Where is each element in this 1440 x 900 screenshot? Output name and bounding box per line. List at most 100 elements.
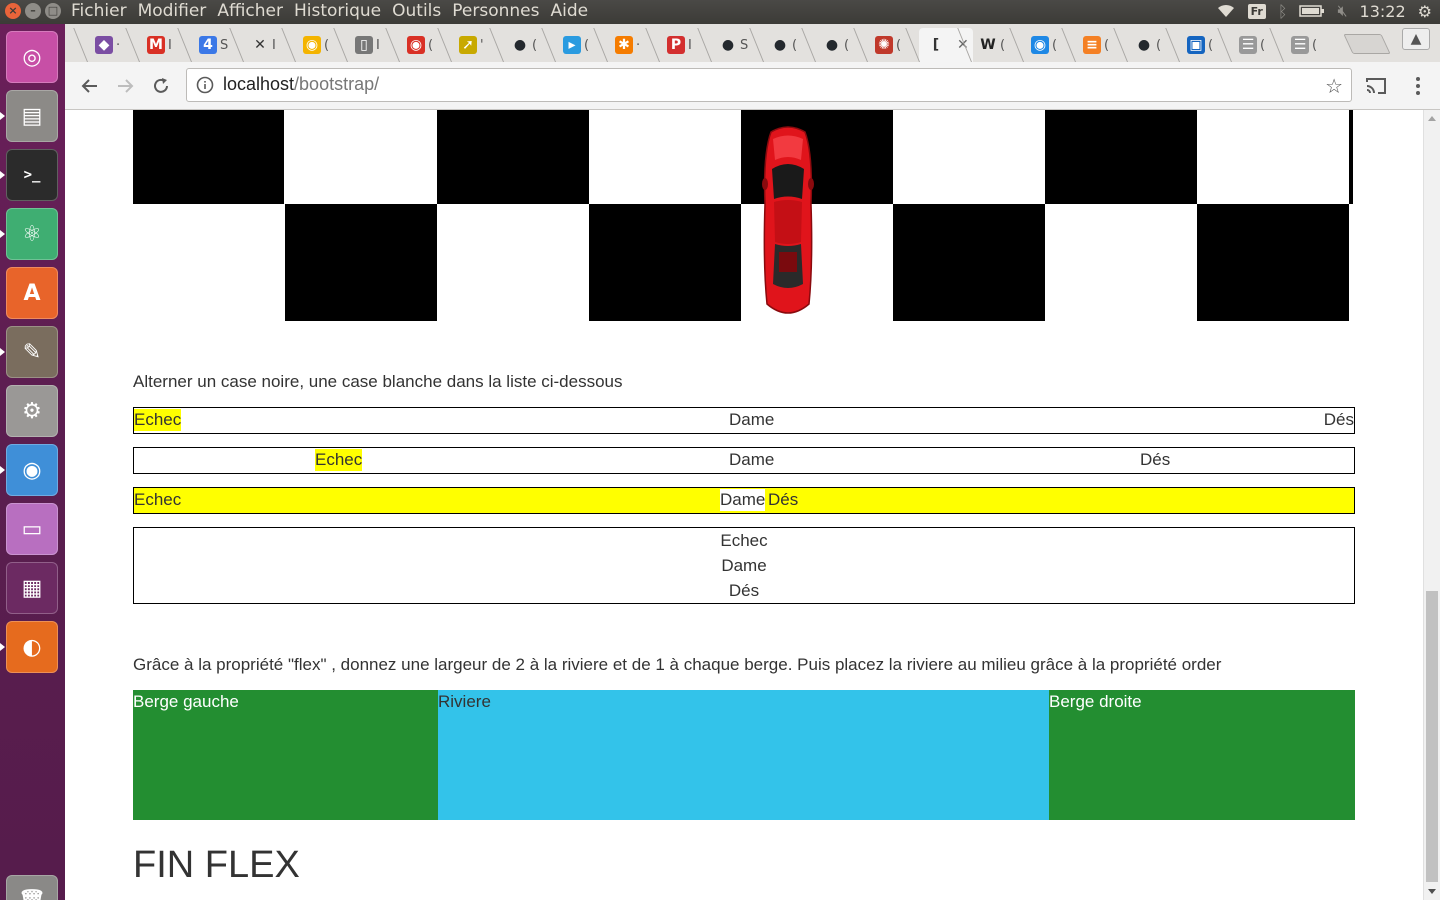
tab[interactable]: ▯ I: [347, 28, 401, 62]
close-tab-icon[interactable]: ✕: [957, 37, 969, 53]
board-square: [437, 110, 589, 204]
reload-button[interactable]: [148, 73, 174, 99]
cast-icon: [1366, 78, 1386, 94]
board-square: [285, 204, 437, 321]
tab-title: (: [1052, 37, 1058, 53]
tab[interactable]: W(: [971, 28, 1025, 62]
launcher-workspace-switcher-icon[interactable]: ▦: [6, 562, 58, 614]
url-text[interactable]: localhost/bootstrap/: [223, 74, 379, 95]
menu-outils[interactable]: Outils: [392, 1, 441, 21]
clock[interactable]: 13:22: [1360, 2, 1406, 21]
launcher-app-window-icon[interactable]: ▭: [6, 503, 58, 555]
forward-button[interactable]: [112, 73, 138, 99]
tab[interactable]: ●(: [1127, 28, 1181, 62]
menu-fichier[interactable]: Fichier: [71, 1, 127, 21]
list-item-des: Dés: [1323, 410, 1354, 429]
doc-icon: ▯: [355, 36, 373, 54]
info-icon[interactable]: [196, 76, 214, 94]
forward-arrow-icon: [118, 79, 134, 93]
back-button[interactable]: [77, 73, 103, 99]
launcher-software-center-icon[interactable]: A: [6, 267, 58, 319]
gmail-icon: M: [147, 36, 165, 54]
launcher-ubuntu-dash-icon[interactable]: ◎: [6, 31, 58, 83]
list-item-dame: Dame: [721, 556, 767, 575]
close-window-button[interactable]: ×: [5, 3, 21, 19]
bluetooth-icon[interactable]: ᛒ: [1278, 2, 1288, 21]
launcher-system-settings-icon[interactable]: ⚙: [6, 385, 58, 437]
maximize-window-button[interactable]: □: [45, 3, 61, 19]
tab[interactable]: ● S: [711, 28, 765, 62]
tab[interactable]: ●(: [815, 28, 869, 62]
minimize-window-button[interactable]: –: [25, 3, 41, 19]
tab[interactable]: ◉(: [295, 28, 349, 62]
tab[interactable]: ☰(: [1231, 28, 1285, 62]
github-icon: ●: [773, 37, 787, 53]
tab-title: S: [220, 37, 229, 53]
tab-title: ': [480, 37, 484, 53]
top-panel: × – □ Fichier Modifier Afficher Historiq…: [0, 0, 1440, 24]
tab-title: (: [1208, 37, 1214, 53]
tab-active[interactable]: [✕: [919, 28, 973, 62]
bookmark-star-icon[interactable]: ☆: [1325, 74, 1343, 98]
wifi-icon[interactable]: [1216, 3, 1236, 19]
list-item-echec: Echec: [315, 449, 363, 471]
menu-modifier[interactable]: Modifier: [138, 1, 207, 21]
keyboard-layout-indicator[interactable]: Fr: [1247, 3, 1266, 19]
tab[interactable]: ●(: [763, 28, 817, 62]
launcher-gimp-icon[interactable]: ✎: [6, 326, 58, 378]
launcher-firefox-icon[interactable]: ◐: [6, 621, 58, 673]
scroll-down-icon[interactable]: [1428, 889, 1436, 894]
menu-historique[interactable]: Historique: [294, 1, 381, 21]
list-item-echec: Echec: [720, 531, 768, 550]
tab[interactable]: ▸(: [555, 28, 609, 62]
tab[interactable]: ▣(: [1179, 28, 1233, 62]
tab[interactable]: ◉(: [1023, 28, 1077, 62]
url-path: /bootstrap/: [294, 74, 380, 94]
tab[interactable]: ≡(: [1075, 28, 1129, 62]
tab[interactable]: ◆ ·: [87, 28, 141, 62]
tab-title: ·: [116, 37, 121, 53]
profile-button[interactable]: ▲: [1402, 28, 1430, 50]
tab[interactable]: PI: [659, 28, 713, 62]
tab[interactable]: ☰(: [1283, 28, 1337, 62]
battery-icon[interactable]: [1299, 4, 1325, 18]
running-indicator: [0, 348, 5, 356]
launcher-atom-icon[interactable]: ⚛: [6, 208, 58, 260]
tab[interactable]: MI: [139, 28, 193, 62]
launcher-terminal-icon[interactable]: >_: [6, 149, 58, 201]
chrome-menu-button[interactable]: [1405, 73, 1431, 99]
launcher-trash-icon[interactable]: 🗑︎: [6, 875, 58, 900]
list-item-echec: Echec: [134, 490, 182, 509]
tab[interactable]: ◉(: [399, 28, 453, 62]
tab[interactable]: 4S: [191, 28, 245, 62]
scroll-up-icon[interactable]: [1428, 116, 1436, 121]
list-instruction: Alterner un case noire, une case blanche…: [133, 372, 623, 391]
volume-muted-icon[interactable]: 🔇︎: [1337, 1, 1347, 21]
menu-personnes[interactable]: Personnes: [452, 1, 539, 21]
menu-afficher[interactable]: Afficher: [217, 1, 283, 21]
page-viewport[interactable]: Alterner un case noire, une case blanche…: [65, 110, 1423, 900]
launcher-files-icon[interactable]: ▤: [6, 90, 58, 142]
launcher-chromium-icon[interactable]: ◉: [6, 444, 58, 496]
tab[interactable]: ✱ ·: [607, 28, 661, 62]
page-scrollbar[interactable]: [1423, 110, 1440, 900]
tab[interactable]: ●(: [503, 28, 557, 62]
list-item-dame: Dame: [720, 489, 766, 511]
tab-title: (: [844, 37, 850, 53]
list-item-dame: Dame: [729, 410, 775, 429]
new-tab-button[interactable]: [1343, 34, 1391, 54]
menu-aide[interactable]: Aide: [550, 1, 588, 21]
tab[interactable]: ✺(: [867, 28, 921, 62]
address-bar[interactable]: localhost/bootstrap/ ☆: [186, 68, 1352, 102]
scroll-thumb[interactable]: [1426, 591, 1438, 882]
tab[interactable]: ✕ I: [243, 28, 297, 62]
app-menu: Fichier Modifier Afficher Historique Out…: [71, 1, 588, 21]
session-gear-icon[interactable]: ⚙: [1418, 2, 1432, 21]
tab-strip: ◆ · M I 4 S ✕ I ◉(▯ I ◉(➚ ' ●(▸(✱ · P I ● S ●(●(✺([✕ W(◉(≡(…: [65, 24, 1440, 62]
tab-title: (: [1312, 37, 1318, 53]
tab[interactable]: ➚ ': [451, 28, 505, 62]
list-icon: ☰: [1239, 36, 1257, 54]
tab-title: I: [688, 37, 692, 53]
flex-instruction: Grâce à la propriété "flex" , donnez une…: [133, 655, 1222, 674]
cast-button[interactable]: [1363, 73, 1389, 99]
